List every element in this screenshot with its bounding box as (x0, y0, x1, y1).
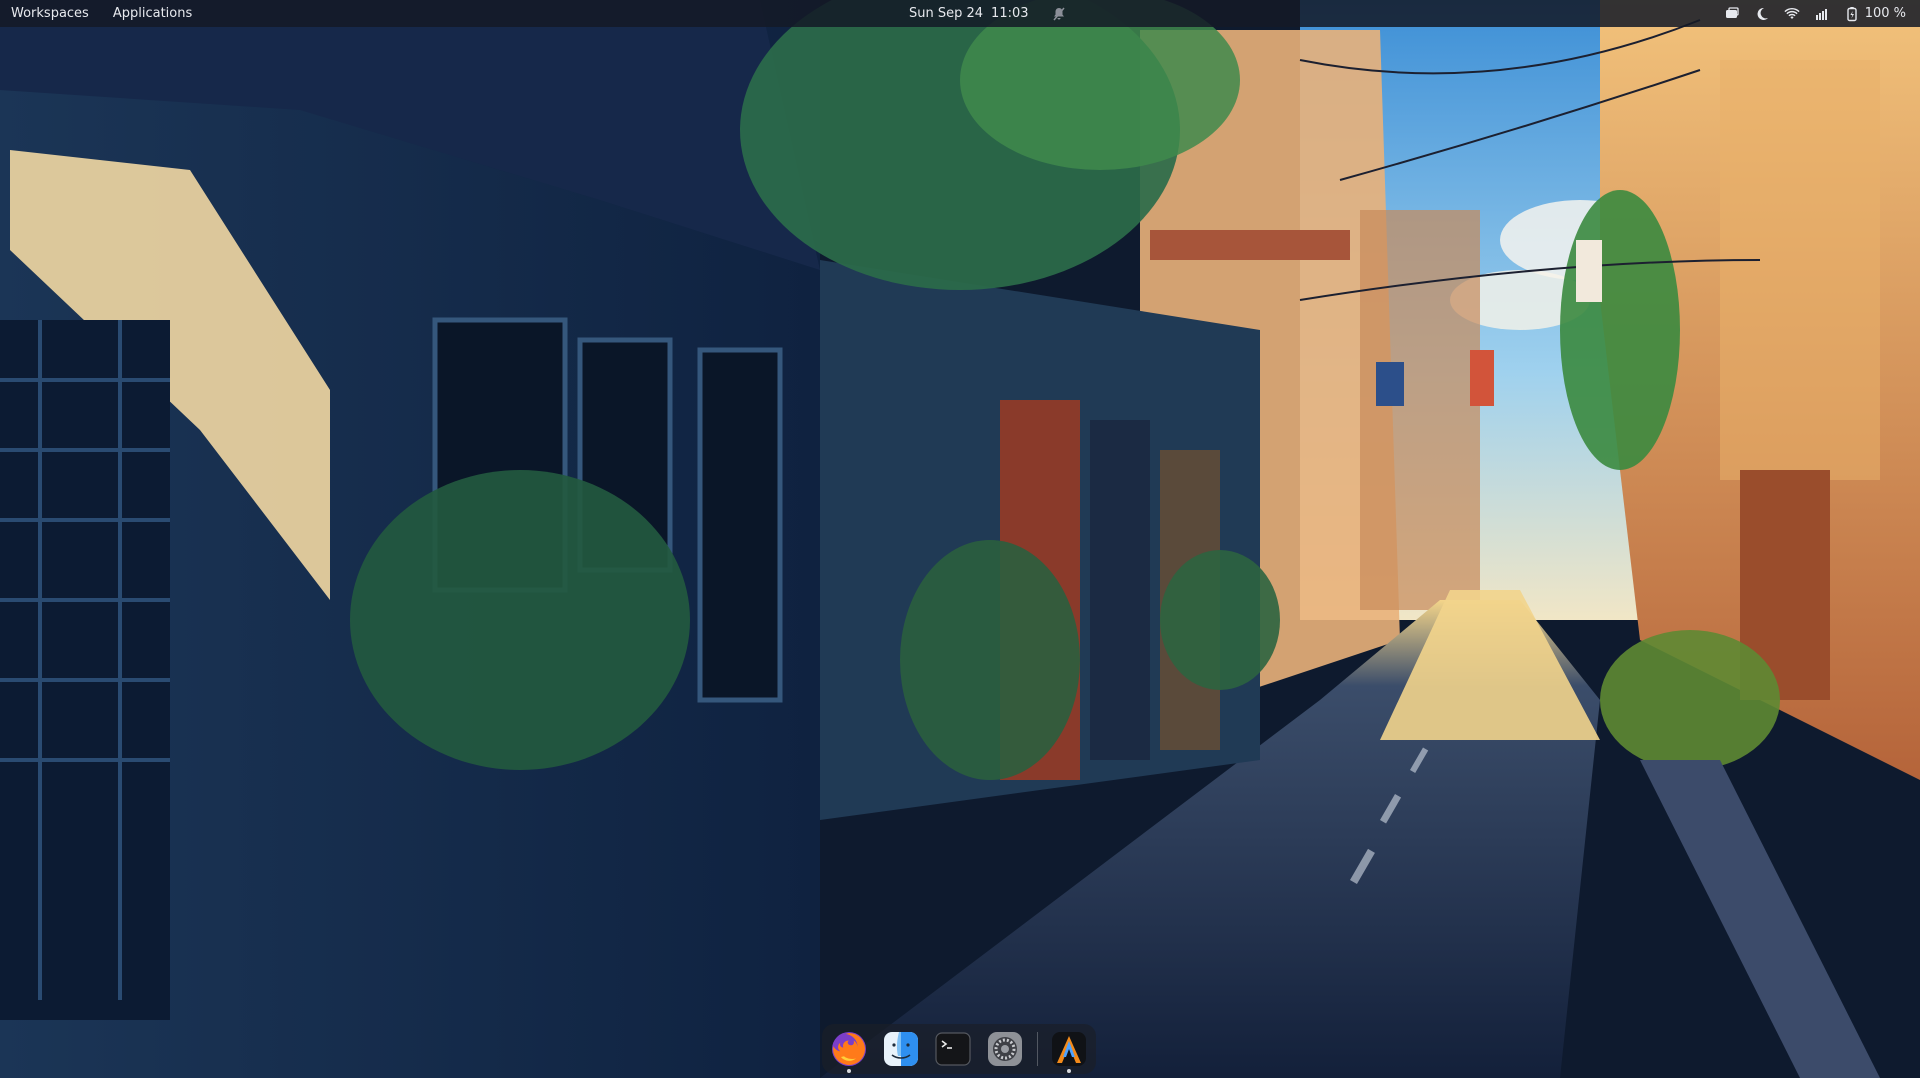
notifications-off-icon (1051, 6, 1067, 22)
clock-date: Sun Sep 24 (909, 6, 984, 21)
top-panel-left: Workspaces Applications (11, 0, 192, 27)
applications-menu[interactable]: Applications (113, 6, 192, 21)
top-panel-status-area[interactable]: 100 % (1724, 0, 1906, 27)
settings-icon (988, 1032, 1023, 1066)
dock (822, 1024, 1096, 1074)
tiling-app-icon (1052, 1032, 1087, 1066)
finder-dock-item[interactable] (880, 1028, 921, 1070)
running-indicator (846, 1069, 851, 1073)
terminal-icon (935, 1032, 971, 1066)
battery-percent: 100 % (1864, 6, 1906, 21)
screen-share-icon[interactable] (1724, 6, 1740, 22)
volume-icon[interactable] (1814, 6, 1830, 22)
dock-separator (1036, 1032, 1038, 1066)
running-indicator (1067, 1069, 1072, 1073)
workspaces-menu[interactable]: Workspaces (11, 6, 89, 21)
tiling-app-dock-item[interactable] (1049, 1028, 1090, 1073)
top-panel: Workspaces Applications Sun Sep 24 11:03… (0, 0, 1920, 27)
finder-icon (883, 1032, 918, 1066)
battery-icon (1844, 6, 1860, 22)
desktop-wallpaper (0, 0, 1920, 1078)
clock[interactable]: Sun Sep 24 11:03 (909, 0, 1067, 27)
night-light-icon[interactable] (1754, 6, 1770, 22)
firefox-dock-item[interactable] (828, 1028, 869, 1073)
terminal-dock-item[interactable] (932, 1028, 973, 1070)
firefox-icon (831, 1032, 866, 1066)
clock-time: 11:03 (991, 6, 1029, 21)
settings-dock-item[interactable] (985, 1028, 1026, 1070)
battery-indicator[interactable]: 100 % (1844, 6, 1906, 22)
wifi-icon[interactable] (1784, 6, 1800, 22)
